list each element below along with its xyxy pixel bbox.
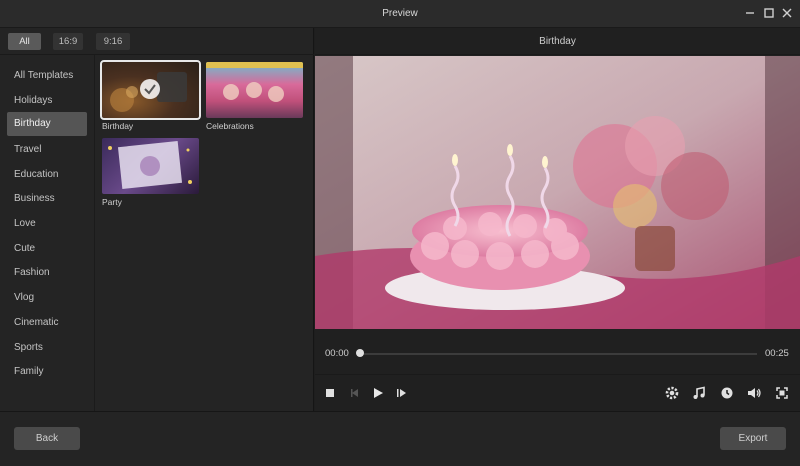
template-browser: All 16:9 9:16 All Templates Holidays Bir…	[0, 28, 314, 411]
music-icon[interactable]	[691, 385, 707, 401]
clock-icon[interactable]	[719, 385, 735, 401]
category-family[interactable]: Family	[7, 360, 87, 384]
template-thumbnail	[102, 138, 199, 194]
category-list: All Templates Holidays Birthday Travel E…	[3, 61, 94, 411]
seek-bar[interactable]	[358, 353, 757, 355]
divider	[94, 55, 95, 411]
template-celebrations[interactable]: Celebrations	[206, 62, 303, 131]
window-title: Preview	[382, 8, 418, 19]
category-birthday[interactable]: Birthday	[7, 112, 87, 136]
filter-9-16-button[interactable]: 9:16	[96, 33, 130, 50]
preview-panel: Birthday 00:00 00:25	[315, 28, 800, 411]
category-cinematic[interactable]: Cinematic	[7, 311, 87, 335]
category-cute[interactable]: Cute	[7, 237, 87, 261]
template-label: Celebrations	[206, 121, 254, 131]
preview-image	[315, 56, 800, 329]
close-icon[interactable]	[780, 6, 794, 20]
maximize-icon[interactable]	[762, 6, 776, 20]
template-label: Party	[102, 197, 122, 207]
minimize-icon[interactable]	[743, 6, 757, 20]
category-business[interactable]: Business	[7, 187, 87, 211]
category-fashion[interactable]: Fashion	[7, 261, 87, 285]
filter-16-9-button[interactable]: 16:9	[53, 33, 83, 50]
category-love[interactable]: Love	[7, 212, 87, 236]
fullscreen-icon[interactable]	[774, 385, 790, 401]
template-birthday[interactable]: Birthday	[100, 60, 201, 131]
template-label: Birthday	[102, 121, 134, 131]
playback-controls	[315, 374, 800, 411]
template-party[interactable]: Party	[102, 138, 199, 207]
category-all-templates[interactable]: All Templates	[7, 64, 87, 88]
category-holidays[interactable]: Holidays	[7, 89, 87, 113]
category-sports[interactable]: Sports	[7, 336, 87, 360]
previous-frame-icon[interactable]	[347, 385, 363, 401]
selected-check-icon	[140, 79, 160, 99]
play-icon[interactable]	[370, 385, 386, 401]
settings-gear-icon[interactable]	[664, 385, 680, 401]
export-button[interactable]: Export	[720, 427, 786, 450]
seek-handle[interactable]	[356, 349, 364, 357]
title-bar: Preview	[0, 0, 800, 28]
volume-icon[interactable]	[746, 385, 762, 401]
footer-bar: Back Export	[0, 411, 800, 466]
category-education[interactable]: Education	[7, 163, 87, 187]
total-time: 00:25	[765, 348, 789, 359]
preview-title: Birthday	[315, 28, 800, 55]
video-preview[interactable]	[315, 56, 800, 329]
category-vlog[interactable]: Vlog	[7, 286, 87, 310]
aspect-ratio-filter: All 16:9 9:16	[0, 28, 314, 55]
stop-icon[interactable]	[322, 385, 338, 401]
timeline: 00:00 00:25	[315, 338, 800, 368]
back-button[interactable]: Back	[14, 427, 80, 450]
category-travel[interactable]: Travel	[7, 138, 87, 162]
filter-all-button[interactable]: All	[8, 33, 41, 50]
next-frame-icon[interactable]	[394, 385, 410, 401]
template-thumbnail	[100, 60, 201, 120]
template-thumbnail	[206, 62, 303, 118]
current-time: 00:00	[325, 348, 349, 359]
